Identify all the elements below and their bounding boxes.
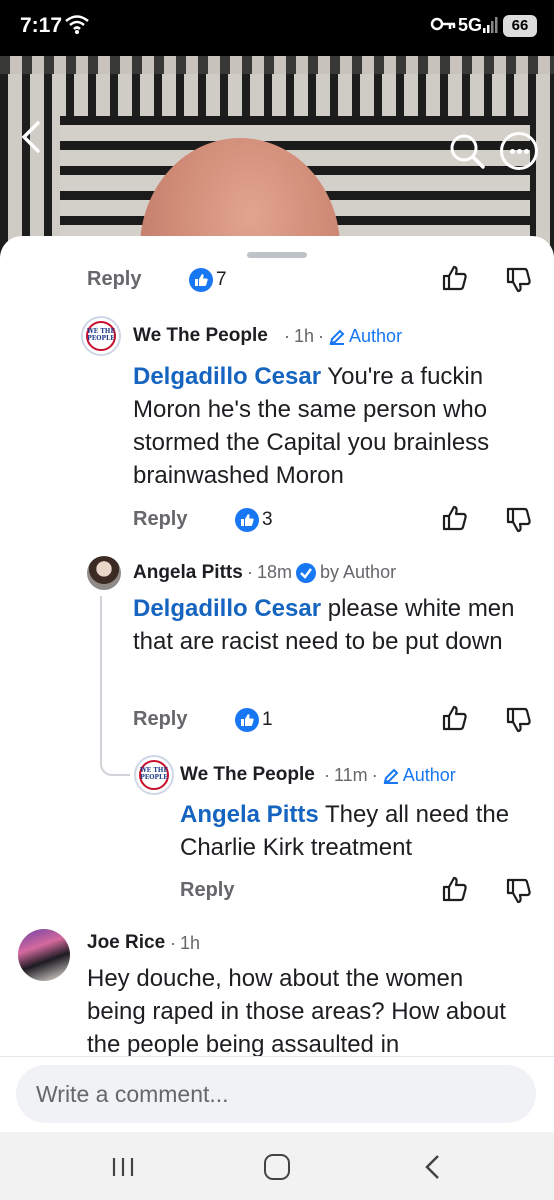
comment-time: 18m — [257, 562, 293, 582]
author-badge: Author — [328, 326, 402, 347]
thumbs-down-icon[interactable] — [505, 706, 533, 734]
author-badge: Author — [382, 765, 456, 786]
like-reaction-icon — [235, 508, 259, 532]
reaction-count[interactable]: 1 — [235, 708, 273, 732]
reaction-count[interactable]: 3 — [235, 508, 273, 532]
reply-button[interactable]: Reply — [180, 879, 234, 902]
thumbs-up-icon[interactable] — [441, 704, 469, 732]
thumbs-down-icon[interactable] — [505, 506, 533, 534]
thumbs-up-icon[interactable] — [441, 875, 469, 903]
reply-button[interactable]: Reply — [87, 268, 141, 291]
composer-bar: Write a comment... — [0, 1056, 554, 1132]
network-label: 5G — [458, 15, 483, 35]
avatar[interactable]: WE THE PEOPLE — [81, 316, 121, 356]
reply-button[interactable]: Reply — [133, 708, 187, 731]
thread-line — [100, 596, 102, 756]
thumbs-up-icon[interactable] — [441, 264, 469, 292]
pencil-icon — [383, 768, 399, 784]
comment-author[interactable]: Joe Rice — [87, 932, 165, 954]
system-nav-bar — [0, 1132, 554, 1200]
avatar[interactable] — [18, 929, 70, 981]
comment-time: 1h — [294, 326, 315, 346]
recent-apps-icon[interactable] — [110, 1156, 136, 1178]
like-reaction-icon — [235, 708, 259, 732]
back-icon[interactable] — [18, 120, 44, 154]
signal-icon — [483, 17, 498, 33]
comment-body: Delgadillo Cesar please white men that a… — [133, 595, 515, 655]
comment-time: 1h — [180, 933, 201, 953]
avatar-logo-text: WE THE PEOPLE — [86, 328, 116, 342]
comment-meta: · 1h — [170, 933, 201, 953]
thumbs-down-icon[interactable] — [505, 877, 533, 905]
comment-body: Hey douche, how about the women being ra… — [87, 965, 506, 1056]
like-count: 7 — [216, 269, 227, 290]
comment-meta: · 1h · Author — [284, 326, 403, 347]
comment-time: 11m — [334, 765, 368, 785]
comments-sheet: Reply 7 WE THE PEOPLE We The People · 1h… — [0, 236, 554, 1056]
comment-body: Delgadillo Cesar You're a fuckin Moron h… — [133, 363, 490, 489]
more-icon[interactable] — [500, 132, 538, 170]
thumbs-up-icon[interactable] — [441, 504, 469, 532]
comment-body: Angela Pitts They all need the Charlie K… — [180, 801, 510, 861]
comment-author[interactable]: We The People — [133, 325, 268, 347]
comment-author[interactable]: Angela Pitts — [133, 562, 243, 584]
wifi-icon — [65, 15, 89, 34]
drag-handle[interactable] — [247, 252, 307, 258]
home-icon[interactable] — [264, 1154, 290, 1180]
avatar[interactable]: WE THE PEOPLE — [134, 755, 174, 795]
comment-meta: · 18m by Author — [247, 562, 397, 583]
pencil-icon — [329, 329, 345, 345]
mention-link[interactable]: Delgadillo Cesar — [133, 595, 321, 622]
comment-author[interactable]: We The People — [180, 764, 315, 786]
like-count: 3 — [262, 509, 273, 530]
status-bar: 7:17 5G 66 — [0, 0, 554, 56]
vpn-key-icon — [430, 17, 456, 31]
back-nav-icon[interactable] — [422, 1154, 442, 1180]
mention-link[interactable]: Delgadillo Cesar — [133, 363, 321, 390]
avatar[interactable] — [87, 556, 121, 590]
reaction-count[interactable]: 7 — [189, 268, 227, 292]
like-reaction-icon — [189, 268, 213, 292]
comment-input[interactable]: Write a comment... — [16, 1065, 536, 1123]
reply-button[interactable]: Reply — [133, 508, 187, 531]
avatar-logo-text: WE THE PEOPLE — [139, 767, 169, 781]
mention-link[interactable]: Angela Pitts — [180, 801, 319, 828]
like-count: 1 — [262, 709, 273, 730]
verified-check-icon — [296, 562, 317, 583]
comment-meta: · 11m · Author — [324, 765, 456, 786]
author-badge: by Author — [296, 562, 396, 583]
status-time: 7:17 — [20, 14, 63, 37]
search-icon[interactable] — [448, 132, 486, 170]
thread-connector — [100, 736, 130, 776]
battery-indicator: 66 — [503, 15, 537, 37]
thumbs-down-icon[interactable] — [505, 266, 533, 294]
